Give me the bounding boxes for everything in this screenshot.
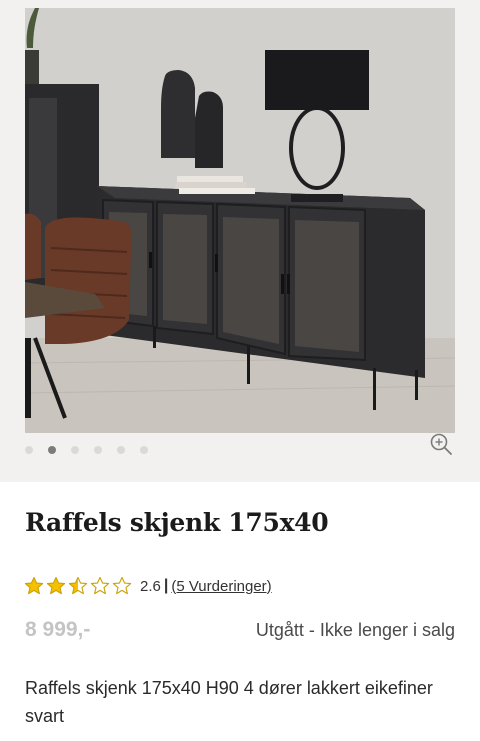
star-icon — [112, 576, 132, 595]
star-icon — [46, 576, 66, 595]
gallery-dot[interactable] — [117, 446, 125, 454]
product-gallery — [0, 0, 480, 482]
zoom-in-icon[interactable] — [429, 432, 453, 456]
gallery-dot[interactable] — [94, 446, 102, 454]
product-rating: 2.6 | (5 Vurderinger) — [24, 576, 272, 596]
gallery-dot[interactable] — [25, 446, 33, 454]
availability-status: Utgått - Ikke lenger i salg — [255, 620, 455, 640]
gallery-dot[interactable] — [48, 446, 56, 454]
reviews-link[interactable]: (5 Vurderinger) — [171, 578, 271, 595]
product-price: 8 999,- — [25, 618, 91, 641]
gallery-pagination — [25, 444, 148, 456]
star-icon — [90, 576, 110, 595]
star-icon — [24, 576, 44, 595]
gallery-dot[interactable] — [140, 446, 148, 454]
rating-stars — [24, 576, 132, 596]
gallery-dot[interactable] — [71, 446, 79, 454]
product-title: Raffels skjenk 175x40 — [25, 508, 329, 537]
rating-value: 2.6 — [140, 577, 161, 595]
product-description: Raffels skjenk 175x40 H90 4 dører lakker… — [25, 678, 433, 726]
star-icon — [68, 576, 88, 595]
product-image[interactable] — [25, 8, 455, 433]
rating-separator: | — [163, 577, 169, 594]
